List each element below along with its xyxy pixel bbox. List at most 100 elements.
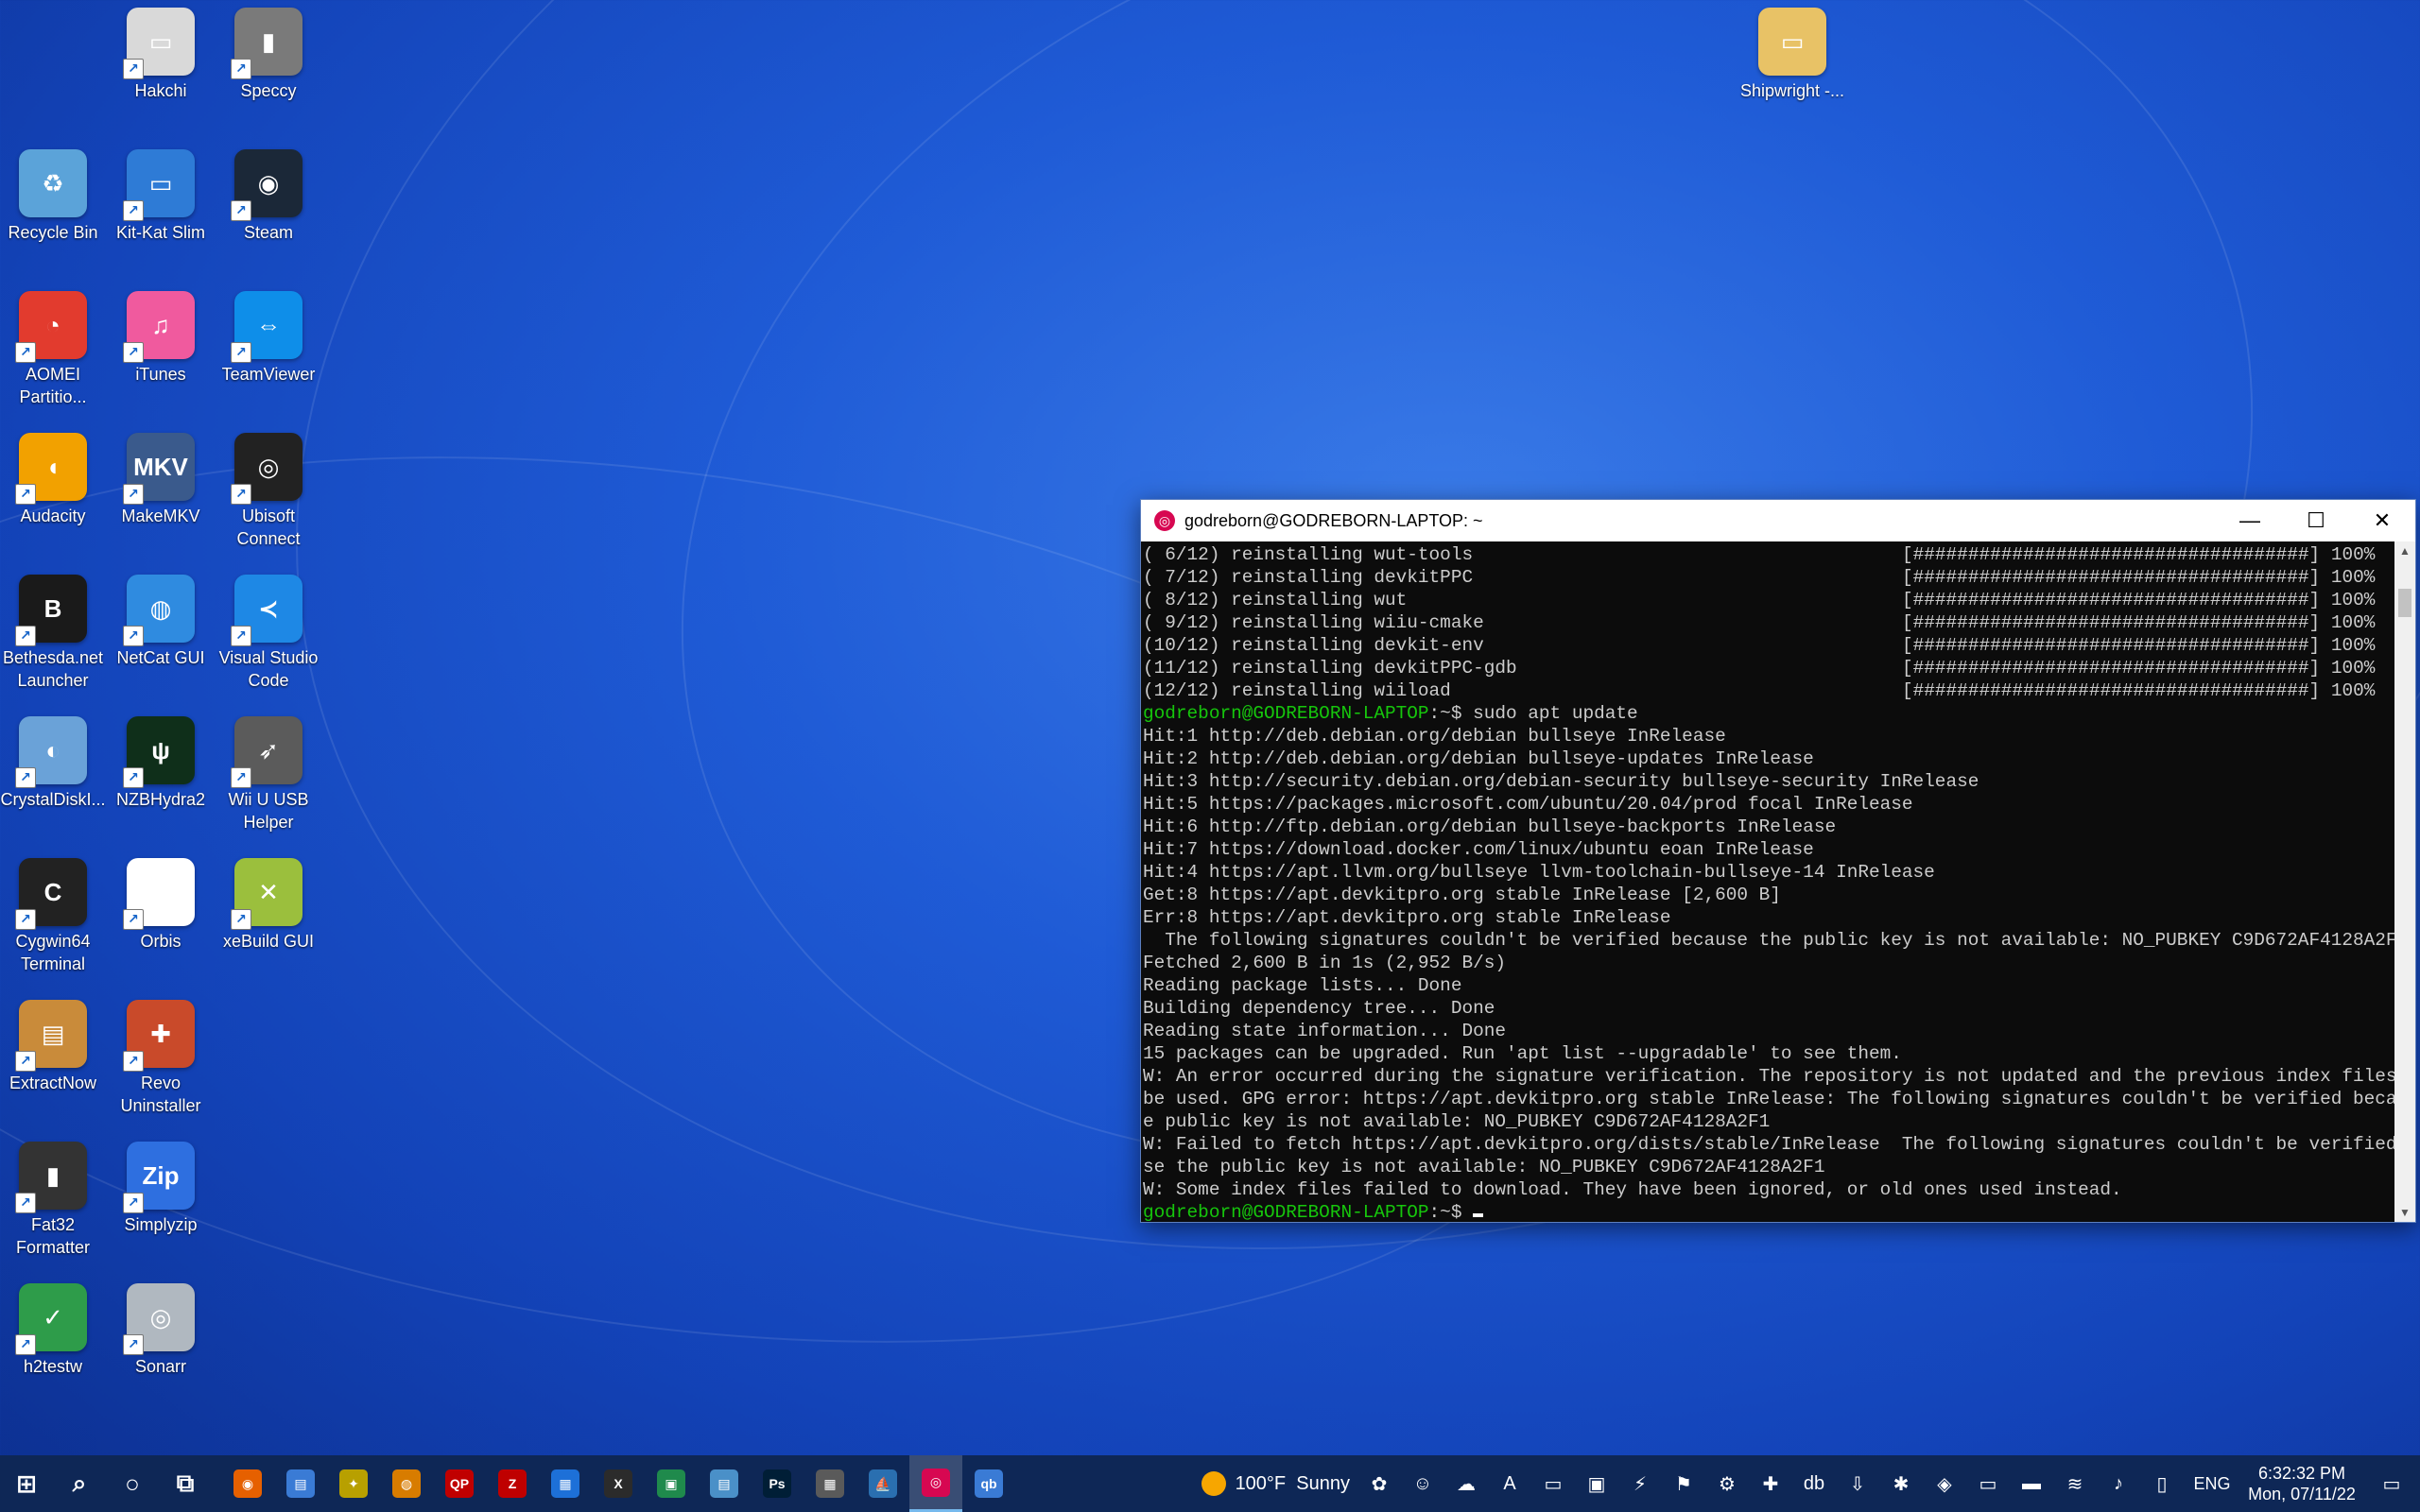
close-button[interactable]: ✕: [2349, 500, 2415, 541]
tray-icon[interactable]: ▭: [1531, 1455, 1575, 1512]
desktop-icon-shipwright[interactable]: ▭ Shipwright -...: [1739, 2, 1845, 138]
terminal-line: godreborn@GODREBORN-LAPTOP:~$: [1143, 1201, 2393, 1222]
taskbar-button[interactable]: qb: [962, 1455, 1015, 1512]
desktop-icon-speccy[interactable]: ▮ ↗ Speccy: [216, 2, 321, 138]
notification-icon[interactable]: ▭: [2363, 1455, 2420, 1512]
desktop-icon-recycle-bin[interactable]: ♻ Recycle Bin: [0, 144, 106, 280]
tray-icon[interactable]: ⚑: [1662, 1455, 1705, 1512]
shortcut-arrow-icon: ↗: [123, 626, 144, 646]
tray-icon[interactable]: db: [1792, 1455, 1836, 1512]
desktop-icon-orbis[interactable]: ➜ ↗ Orbis: [108, 852, 214, 988]
taskbar-button[interactable]: Z: [486, 1455, 539, 1512]
taskbar-button[interactable]: ○: [106, 1455, 159, 1512]
desktop-icon-kit-kat-slim[interactable]: ▭ ↗ Kit-Kat Slim: [108, 144, 214, 280]
desktop-icon-teamviewer[interactable]: ⇔ ↗ TeamViewer: [216, 285, 321, 421]
terminal-titlebar[interactable]: ◎ godreborn@GODREBORN-LAPTOP: ~ — ☐ ✕: [1141, 500, 2415, 541]
weather-widget[interactable]: 100°F Sunny: [1201, 1471, 1350, 1496]
desktop-icon-fat32-formatter[interactable]: ▮ ↗ Fat32 Formatter: [0, 1136, 106, 1272]
scrollbar-thumb[interactable]: [2398, 589, 2411, 617]
terminal-line: ( 8/12) reinstalling wut [###############…: [1143, 590, 2376, 610]
scroll-down-icon[interactable]: ▼: [2394, 1203, 2415, 1222]
taskbar-button[interactable]: ▤: [274, 1455, 327, 1512]
desktop-icon-makemkv[interactable]: MKV ↗ MakeMKV: [108, 427, 214, 563]
tray-icon[interactable]: ≋: [2053, 1455, 2097, 1512]
app-icon: Zip ↗: [123, 1142, 195, 1213]
scroll-up-icon[interactable]: ▲: [2394, 541, 2415, 560]
app-icon: ✦: [339, 1469, 368, 1498]
taskbar-button[interactable]: ▦: [804, 1455, 856, 1512]
desktop-icon-sonarr[interactable]: ◎ ↗ Sonarr: [108, 1278, 214, 1414]
taskbar-button[interactable]: ⧉: [159, 1455, 212, 1512]
taskbar-button[interactable]: ◎: [909, 1455, 962, 1512]
tray-icon[interactable]: ✚: [1749, 1455, 1792, 1512]
desktop-icon-cygwin64-terminal[interactable]: C ↗ Cygwin64 Terminal: [0, 852, 106, 988]
maximize-button[interactable]: ☐: [2283, 500, 2349, 541]
desktop-icon-netcat-gui[interactable]: ◍ ↗ NetCat GUI: [108, 569, 214, 705]
taskbar-button[interactable]: Ps: [751, 1455, 804, 1512]
taskbar-button[interactable]: ◍: [380, 1455, 433, 1512]
desktop-icon-itunes[interactable]: ♫ ↗ iTunes: [108, 285, 214, 421]
tray-icon[interactable]: ☁: [1444, 1455, 1488, 1512]
tray-icon[interactable]: ♪: [2097, 1455, 2140, 1512]
desktop-icon-crystaldiski[interactable]: ◐ ↗ CrystalDiskI...: [0, 711, 106, 847]
photoshop-icon: Ps: [763, 1469, 791, 1498]
shortcut-arrow-icon: ↗: [123, 1193, 144, 1213]
tray-icon[interactable]: ☺: [1401, 1455, 1444, 1512]
terminal-window[interactable]: ◎ godreborn@GODREBORN-LAPTOP: ~ — ☐ ✕ ( …: [1140, 499, 2416, 1223]
taskbar-button[interactable]: X: [592, 1455, 645, 1512]
desktop-icon-hakchi[interactable]: ▭ ↗ Hakchi: [108, 2, 214, 138]
clock[interactable]: 6:32:32 PM Mon, 07/11/22: [2240, 1463, 2363, 1504]
app-icon: ◐ ↗: [15, 716, 87, 788]
progress-bar: [####################################] 1…: [1902, 680, 2376, 701]
tray-icon[interactable]: ✿: [1357, 1455, 1401, 1512]
taskbar-button[interactable]: ⛵: [856, 1455, 909, 1512]
tray-icon[interactable]: ⚡: [1618, 1455, 1662, 1512]
shell-prompt: godreborn@GODREBORN-LAPTOP: [1143, 1202, 1429, 1222]
windows-logo-icon: ⊞: [16, 1469, 37, 1498]
desktop-icon-audacity[interactable]: ◖ ↗ Audacity: [0, 427, 106, 563]
desktop-icon-visual-studio-code[interactable]: ≺ ↗ Visual Studio Code: [216, 569, 321, 705]
desktop-icon-nzbhydra2[interactable]: ψ ↗ NZBHydra2: [108, 711, 214, 847]
taskbar-button[interactable]: ⌕: [53, 1455, 106, 1512]
desktop-icon-ubisoft-connect[interactable]: ◎ ↗ Ubisoft Connect: [216, 427, 321, 563]
shortcut-arrow-icon: ↗: [231, 909, 251, 930]
tray-icon[interactable]: A: [1488, 1455, 1531, 1512]
tray-icon[interactable]: ▣: [1575, 1455, 1618, 1512]
taskbar-button[interactable]: ◉: [221, 1455, 274, 1512]
taskbar-button[interactable]: ▣: [645, 1455, 698, 1512]
taskbar-button[interactable]: ✦: [327, 1455, 380, 1512]
taskbar-button[interactable]: ▤: [698, 1455, 751, 1512]
desktop-icon-label: Steam: [243, 223, 294, 242]
tray-icon[interactable]: ▭: [1966, 1455, 2010, 1512]
shortcut-arrow-icon: ↗: [231, 59, 251, 79]
tray-icon[interactable]: ◈: [1923, 1455, 1966, 1512]
desktop-icon-h2testw[interactable]: ✓ ↗ h2testw: [0, 1278, 106, 1414]
language-indicator[interactable]: ENG: [2184, 1455, 2240, 1512]
taskbar-button[interactable]: ▦: [539, 1455, 592, 1512]
debian-icon: ◎: [922, 1468, 950, 1497]
filezilla-icon: Z: [498, 1469, 527, 1498]
desktop-icon-simplyzip[interactable]: Zip ↗ Simplyzip: [108, 1136, 214, 1272]
tray-icon[interactable]: ⇩: [1836, 1455, 1879, 1512]
terminal-line: Fetched 2,600 B in 1s (2,952 B/s): [1143, 953, 1506, 973]
sun-icon: [1201, 1471, 1226, 1496]
desktop-icon-wii-u-usb-helper[interactable]: ➶ ↗ Wii U USB Helper: [216, 711, 321, 847]
desktop-icon-revo-uninstaller[interactable]: ✚ ↗ Revo Uninstaller: [108, 994, 214, 1130]
tray-icon[interactable]: ⚙: [1705, 1455, 1749, 1512]
desktop-icon-steam[interactable]: ◉ ↗ Steam: [216, 144, 321, 280]
desktop-icon-aomei-partitio[interactable]: ◔ ↗ AOMEI Partitio...: [0, 285, 106, 421]
desktop-icon-extractnow[interactable]: ▤ ↗ ExtractNow: [0, 994, 106, 1130]
minimize-button[interactable]: —: [2217, 500, 2283, 541]
desktop-icon-bethesda-net-launcher[interactable]: B ↗ Bethesda.net Launcher: [0, 569, 106, 705]
start-button[interactable]: ⊞: [0, 1455, 53, 1512]
taskbar-button[interactable]: QP: [433, 1455, 486, 1512]
tray-icon[interactable]: ▯: [2140, 1455, 2184, 1512]
terminal-scrollbar[interactable]: ▲ ▼: [2394, 541, 2415, 1222]
tray-icon[interactable]: ▬: [2010, 1455, 2053, 1512]
desktop-icon-xebuild-gui[interactable]: ✕ ↗ xeBuild GUI: [216, 852, 321, 988]
weather-condition: Sunny: [1296, 1472, 1350, 1494]
shortcut-arrow-icon: ↗: [15, 909, 36, 930]
tray-icon[interactable]: ✱: [1879, 1455, 1923, 1512]
terminal-output[interactable]: ( 6/12) reinstalling wut-tools [#########…: [1141, 541, 2394, 1222]
shortcut-arrow-icon: ↗: [15, 342, 36, 363]
